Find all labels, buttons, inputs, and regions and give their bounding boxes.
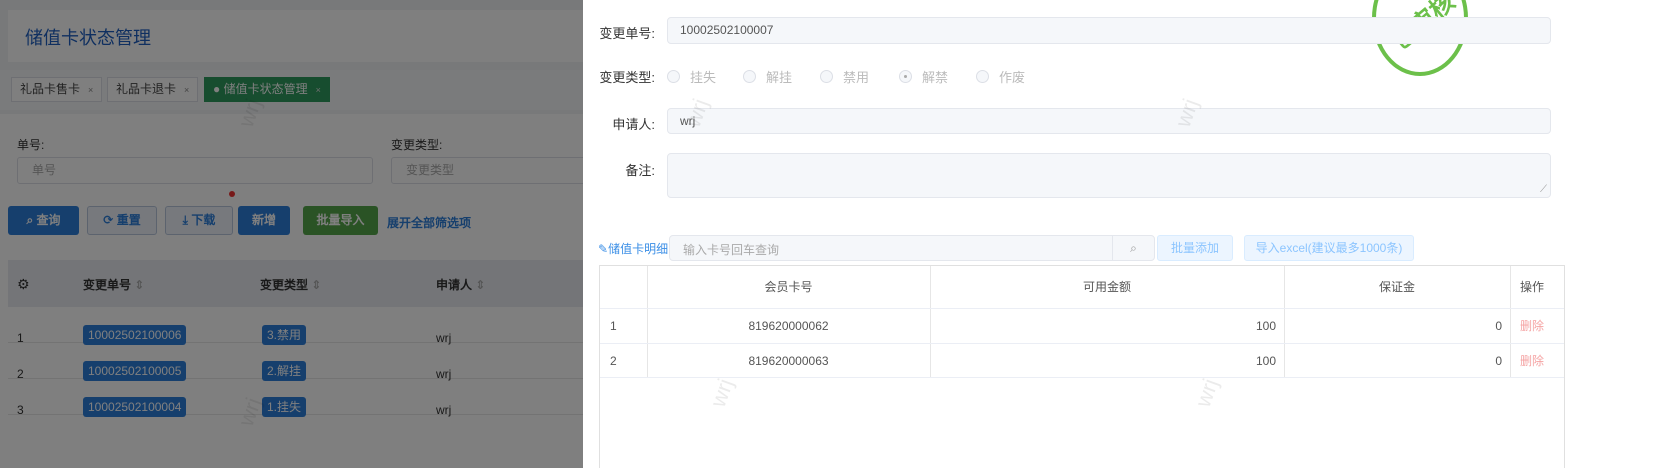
batch-add-button[interactable]: 批量添加 <box>1157 235 1233 261</box>
radio-lost[interactable]: 挂失 <box>667 67 716 86</box>
section-label: 储值卡明细 <box>608 242 669 256</box>
radio-label: 解挂 <box>766 70 793 85</box>
radio-icon <box>820 70 833 83</box>
row-index: 2 <box>610 354 617 368</box>
remark-label: 备注: <box>625 163 655 178</box>
remark-textarea[interactable] <box>667 153 1551 198</box>
radio-disable[interactable]: 禁用 <box>820 67 869 86</box>
order-label: 变更单号: <box>599 26 655 41</box>
import-excel-button[interactable]: 导入excel(建议最多1000条) <box>1244 235 1414 261</box>
applicant-label: 申请人: <box>612 117 655 132</box>
type-label: 变更类型: <box>599 70 655 85</box>
radio-checked-icon <box>899 70 912 83</box>
header-amount: 可用金额 <box>1082 280 1131 294</box>
radio-icon <box>743 70 756 83</box>
applicant-field[interactable]: wrj <box>667 108 1551 134</box>
card-detail-table: 会员卡号 可用金额 保证金 操作 1 819620000062 100 0 删除… <box>599 265 1565 468</box>
radio-enable[interactable]: 解禁 <box>899 67 948 86</box>
resize-handle-icon[interactable]: ⟋ <box>1540 184 1547 195</box>
radio-label: 禁用 <box>843 70 870 85</box>
table-row: 2 819620000063 100 0 删除 <box>600 343 1564 378</box>
radio-label: 解禁 <box>922 70 949 85</box>
row-index: 1 <box>610 319 617 333</box>
header-deposit: 保证金 <box>1378 280 1415 294</box>
card-no-cell: 819620000063 <box>748 354 829 368</box>
detail-section-title: ✎储值卡明细 <box>598 240 668 257</box>
radio-label: 作废 <box>999 70 1026 85</box>
search-placeholder: 输入卡号回车查询 <box>683 243 780 257</box>
header-action: 操作 <box>1520 280 1545 294</box>
table-row: 1 819620000062 100 0 删除 <box>600 308 1564 343</box>
edit-icon: ✎ <box>598 242 609 256</box>
delete-link[interactable]: 删除 <box>1520 309 1544 344</box>
header-card-no: 会员卡号 <box>764 280 813 294</box>
radio-label: 挂失 <box>690 70 717 85</box>
radio-icon <box>976 70 989 83</box>
deposit-cell: 0 <box>1495 354 1502 368</box>
radio-icon <box>667 70 680 83</box>
card-no-cell: 819620000062 <box>748 319 829 333</box>
detail-drawer: 已审核 变更单号: 10002502100007 变更类型: 挂失 解挂 禁用 … <box>583 0 1663 468</box>
delete-link[interactable]: 删除 <box>1520 344 1544 379</box>
amount-cell: 100 <box>1255 354 1276 368</box>
card-search-input[interactable]: 输入卡号回车查询 ⌕ <box>669 235 1155 261</box>
amount-cell: 100 <box>1255 319 1276 333</box>
order-field[interactable]: 10002502100007 <box>667 17 1551 44</box>
search-icon[interactable]: ⌕ <box>1112 236 1154 260</box>
radio-unlost[interactable]: 解挂 <box>743 67 792 86</box>
deposit-cell: 0 <box>1495 319 1502 333</box>
radio-void[interactable]: 作废 <box>976 67 1025 86</box>
